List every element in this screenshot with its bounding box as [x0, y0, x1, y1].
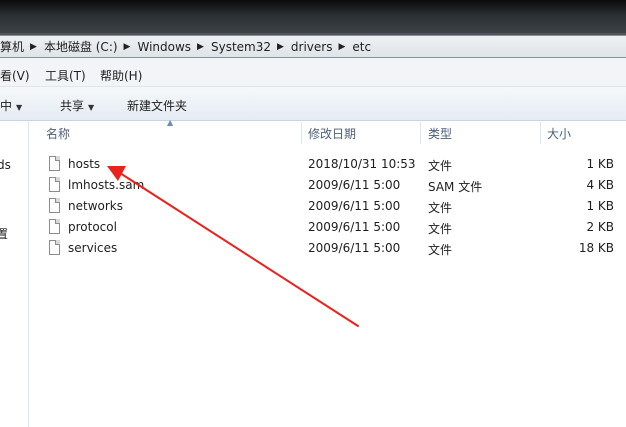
annotation-arrow — [107, 166, 359, 327]
annotation-arrow-line — [119, 172, 359, 327]
annotation-arrow-head — [107, 166, 126, 181]
